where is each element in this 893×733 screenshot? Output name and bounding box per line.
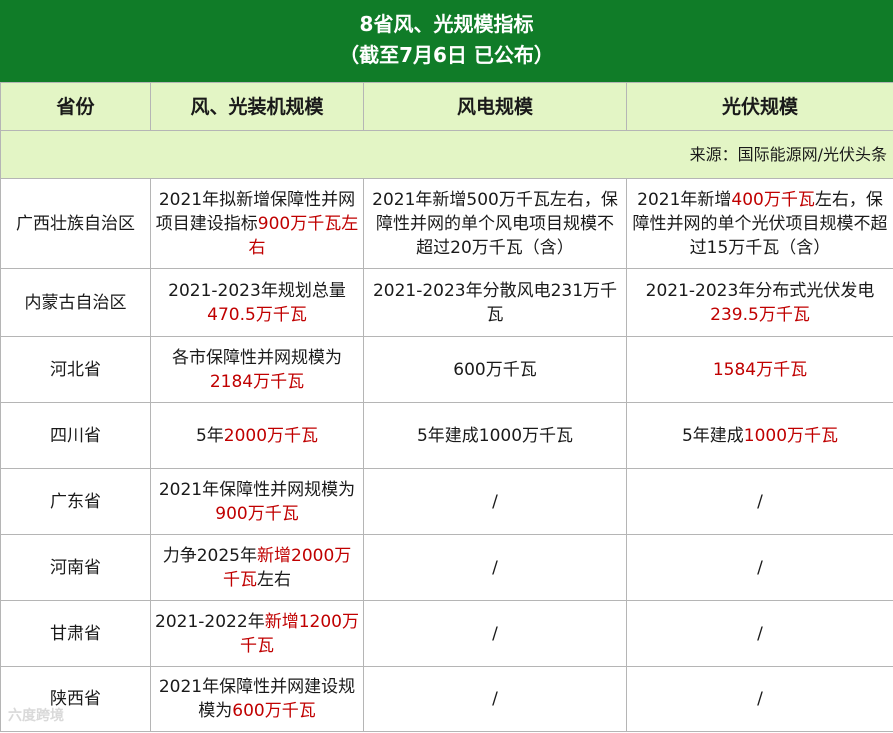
- table-row: 河南省 力争2025年新增2000万千瓦左右 / /: [0, 534, 893, 601]
- cell-text: 2021-2023年分布式光伏发电: [645, 280, 875, 301]
- solar-cell: 2021-2023年分布式光伏发电 239.5万千瓦: [626, 268, 893, 337]
- highlighted-value: 600万千瓦: [232, 701, 316, 721]
- solar-cell: /: [626, 468, 893, 535]
- solar-cell: /: [626, 600, 893, 667]
- cell-text: 2021-2023年分散风电231万千瓦: [372, 280, 618, 325]
- total-capacity-cell: 力争2025年新增2000万千瓦左右: [150, 534, 364, 601]
- indicator-table: 省份 风、光装机规模 风电规模 光伏规模 来源：国际能源网/光伏头条 广西壮族自…: [0, 82, 893, 732]
- table-row: 甘肃省 2021-2022年新增1200万千瓦 / /: [0, 600, 893, 667]
- wind-cell: /: [363, 666, 627, 732]
- page: 8省风、光规模指标 （截至7月6日 已公布） 省份 风、光装机规模 风电规模 光…: [0, 0, 893, 733]
- total-capacity-cell: 2021-2023年规划总量 470.5万千瓦: [150, 268, 364, 337]
- highlighted-value: 900万千瓦左右: [248, 213, 359, 258]
- province-cell: 广东省: [0, 468, 151, 535]
- column-header-province: 省份: [0, 82, 151, 131]
- cell-text: 2021-2023年规划总量: [168, 280, 346, 301]
- cell-text: 5年建成1000万千瓦: [416, 425, 574, 446]
- cell-text: 5年建成: [681, 425, 744, 446]
- source-row: 来源：国际能源网/光伏头条: [0, 130, 893, 179]
- solar-cell: 1584万千瓦: [626, 336, 893, 403]
- cell-text: 2021年新增500万千瓦左右，保障性并网的单个风电项目规模不超过20万千瓦（含…: [372, 189, 618, 258]
- table-row: 广东省 2021年保障性并网规模为 900万千瓦 / /: [0, 468, 893, 535]
- solar-cell: /: [626, 534, 893, 601]
- cell-text: /: [492, 557, 498, 578]
- table-row: 四川省 5年2000万千瓦 5年建成1000万千瓦 5年建成1000万千瓦: [0, 402, 893, 469]
- highlighted-value: 1000万千瓦: [743, 425, 839, 446]
- total-capacity-cell: 2021-2022年新增1200万千瓦: [150, 600, 364, 667]
- column-header-wind: 风电规模: [363, 82, 627, 131]
- wind-cell: /: [363, 600, 627, 667]
- cell-text: 2021年新增: [637, 189, 732, 210]
- table-title: 8省风、光规模指标: [359, 12, 534, 36]
- wind-cell: 600万千瓦: [363, 336, 627, 403]
- total-capacity-cell: 各市保障性并网规模为 2184万千瓦: [150, 336, 364, 403]
- column-header-solar: 光伏规模: [626, 82, 893, 131]
- cell-text: /: [492, 623, 498, 644]
- total-capacity-cell: 2021年保障性并网规模为 900万千瓦: [150, 468, 364, 535]
- table-row: 内蒙古自治区 2021-2023年规划总量 470.5万千瓦 2021-2023年分散…: [0, 268, 893, 337]
- cell-text: /: [757, 557, 763, 578]
- province-cell: 河南省: [0, 534, 151, 601]
- province-cell: 四川省: [0, 402, 151, 469]
- cell-text: 各市保障性并网规模为: [172, 347, 342, 368]
- wind-cell: /: [363, 534, 627, 601]
- cell-text: 左右: [257, 569, 291, 590]
- cell-text: /: [492, 689, 498, 709]
- cell-text: 2021年保障性并网规模为: [158, 479, 356, 500]
- highlighted-value: 400万千瓦: [731, 189, 815, 210]
- column-header-total-capacity: 风、光装机规模: [150, 82, 364, 131]
- table-body: 广西壮族自治区 2021年拟新增保障性并网项目建设指标900万千瓦左右 2021年新…: [0, 178, 893, 732]
- highlighted-value: 239.5万千瓦: [710, 304, 810, 325]
- highlighted-value: 2184万千瓦: [209, 371, 305, 392]
- table-subtitle: （截至7月6日 已公布）: [339, 43, 554, 67]
- cell-text: /: [492, 491, 498, 512]
- table-row: 陕西省 2021年保障性并网建设规模为600万千瓦 / /: [0, 666, 893, 732]
- wind-cell: 2021年新增500万千瓦左右，保障性并网的单个风电项目规模不超过20万千瓦（含…: [363, 178, 627, 269]
- cell-text: /: [757, 491, 763, 512]
- wind-cell: /: [363, 468, 627, 535]
- cell-text: /: [757, 623, 763, 644]
- source-note: 来源：国际能源网/光伏头条: [0, 130, 893, 179]
- header-row: 省份 风、光装机规模 风电规模 光伏规模: [0, 82, 893, 131]
- watermark-logo: 六度跨境: [8, 708, 64, 724]
- province-cell: 内蒙古自治区: [0, 268, 151, 337]
- cell-text: 600万千瓦: [453, 359, 537, 380]
- highlighted-value: 470.5万千瓦: [207, 304, 307, 325]
- cell-text: 力争2025年: [162, 545, 257, 566]
- solar-cell: 2021年新增400万千瓦左右，保障性并网的单个光伏项目规模不超过15万千瓦（含…: [626, 178, 893, 269]
- total-capacity-cell: 2021年保障性并网建设规模为600万千瓦: [150, 666, 364, 732]
- cell-text: /: [757, 689, 763, 709]
- province-cell: 甘肃省: [0, 600, 151, 667]
- wind-cell: 5年建成1000万千瓦: [363, 402, 627, 469]
- cell-text: 2021-2022年: [155, 611, 265, 632]
- solar-cell: 5年建成1000万千瓦: [626, 402, 893, 469]
- table-row: 广西壮族自治区 2021年拟新增保障性并网项目建设指标900万千瓦左右 2021年新…: [0, 178, 893, 269]
- wind-cell: 2021-2023年分散风电231万千瓦: [363, 268, 627, 337]
- highlighted-value: 1584万千瓦: [712, 359, 808, 380]
- title-bar: 8省风、光规模指标 （截至7月6日 已公布）: [0, 0, 893, 82]
- province-cell: 河北省: [0, 336, 151, 403]
- table-row: 河北省 各市保障性并网规模为 2184万千瓦 600万千瓦 1584万千瓦: [0, 336, 893, 403]
- highlighted-value: 900万千瓦: [215, 503, 299, 524]
- cell-text: 5年: [195, 425, 224, 446]
- solar-cell: /: [626, 666, 893, 732]
- total-capacity-cell: 5年2000万千瓦: [150, 402, 364, 469]
- highlighted-value: 2000万千瓦: [223, 425, 319, 446]
- province-cell: 广西壮族自治区: [0, 178, 151, 269]
- total-capacity-cell: 2021年拟新增保障性并网项目建设指标900万千瓦左右: [150, 178, 364, 269]
